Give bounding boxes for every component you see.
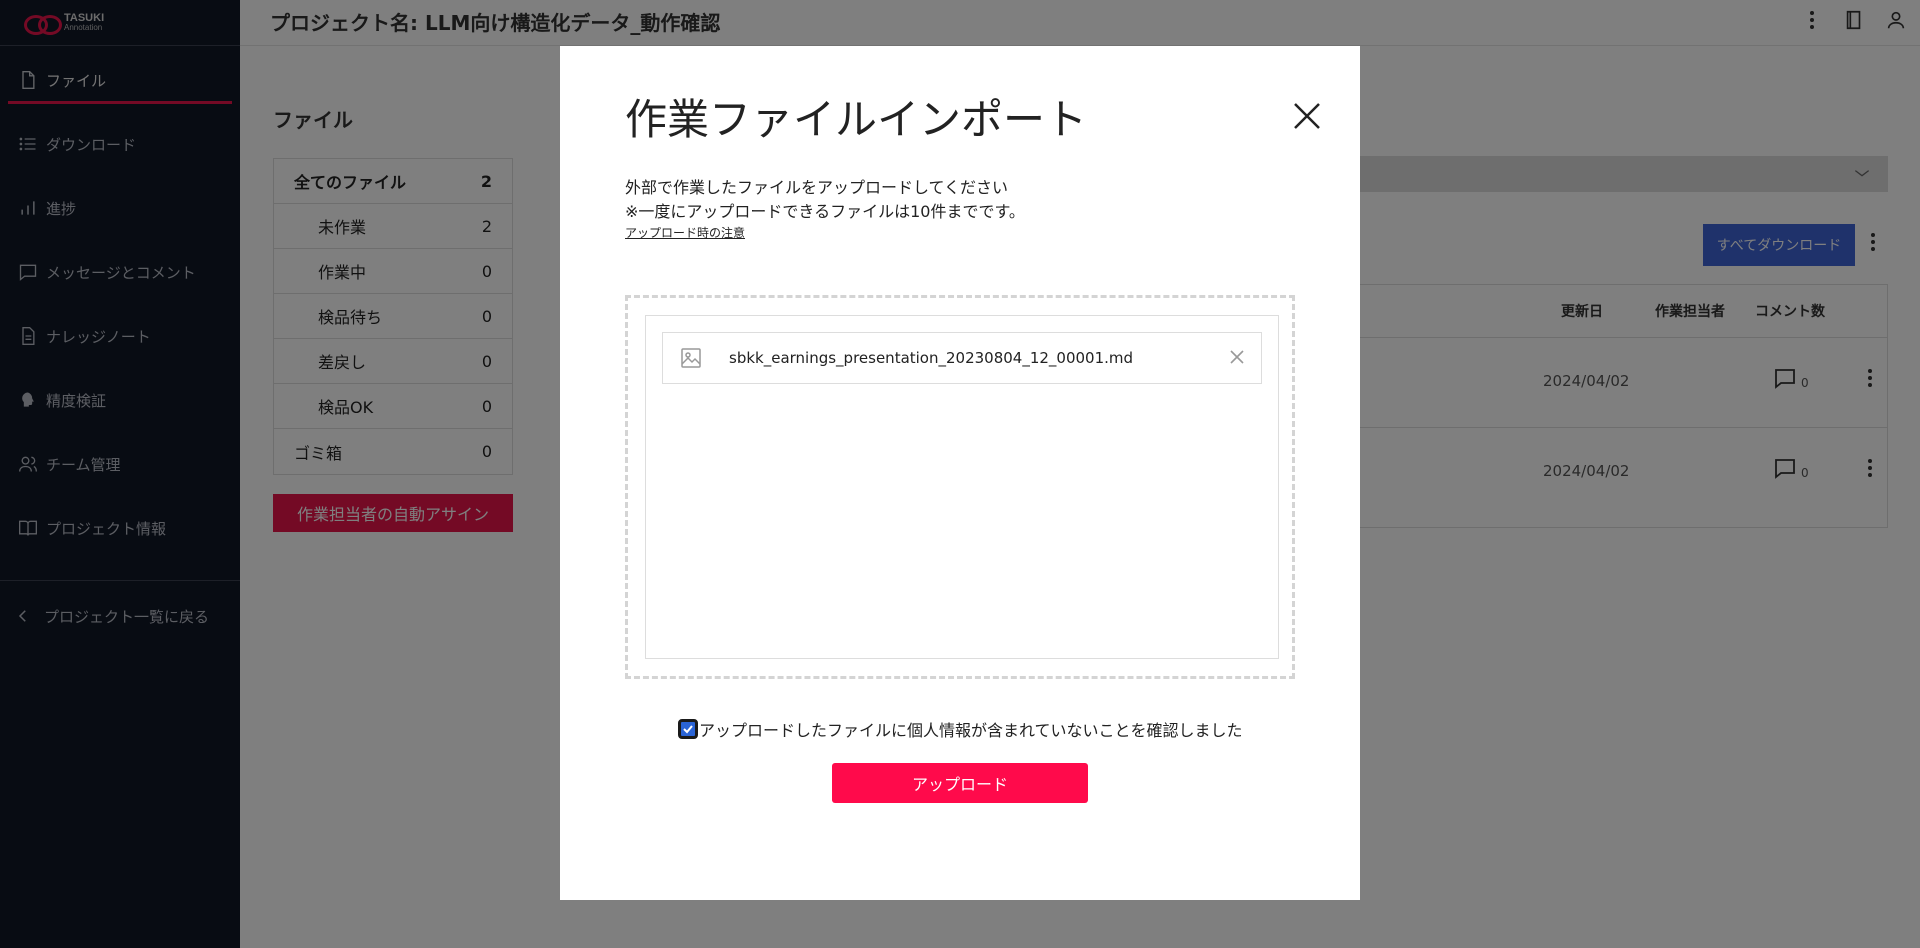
modal-title: 作業ファイルインポート [625, 95, 1088, 144]
desc-line-1: 外部で作業したファイルをアップロードしてください [625, 178, 1009, 197]
modal-description: 外部で作業したファイルをアップロードしてください ※一度にアップロードできるファ… [625, 176, 1025, 224]
image-file-icon [677, 344, 705, 372]
file-dropzone[interactable]: sbkk_earnings_presentation_20230804_12_0… [625, 295, 1295, 679]
import-modal: 作業ファイルインポート 外部で作業したファイルをアップロードしてください ※一度… [560, 46, 1360, 900]
upload-button[interactable]: アップロード [832, 763, 1088, 803]
desc-line-2: ※一度にアップロードできるファイルは10件までです。 [625, 202, 1025, 221]
privacy-confirm[interactable]: アップロードしたファイルに個人情報が含まれていないことを確認しました [678, 717, 1243, 741]
file-name: sbkk_earnings_presentation_20230804_12_0… [729, 349, 1134, 367]
privacy-confirm-label: アップロードしたファイルに個人情報が含まれていないことを確認しました [699, 721, 1243, 740]
privacy-confirm-checkbox[interactable] [678, 719, 698, 739]
file-list: sbkk_earnings_presentation_20230804_12_0… [645, 315, 1279, 659]
remove-file-icon[interactable] [1227, 347, 1247, 367]
file-item: sbkk_earnings_presentation_20230804_12_0… [662, 332, 1262, 384]
close-icon[interactable] [1289, 98, 1325, 134]
upload-notes-link[interactable]: アップロード時の注意 [625, 224, 745, 241]
